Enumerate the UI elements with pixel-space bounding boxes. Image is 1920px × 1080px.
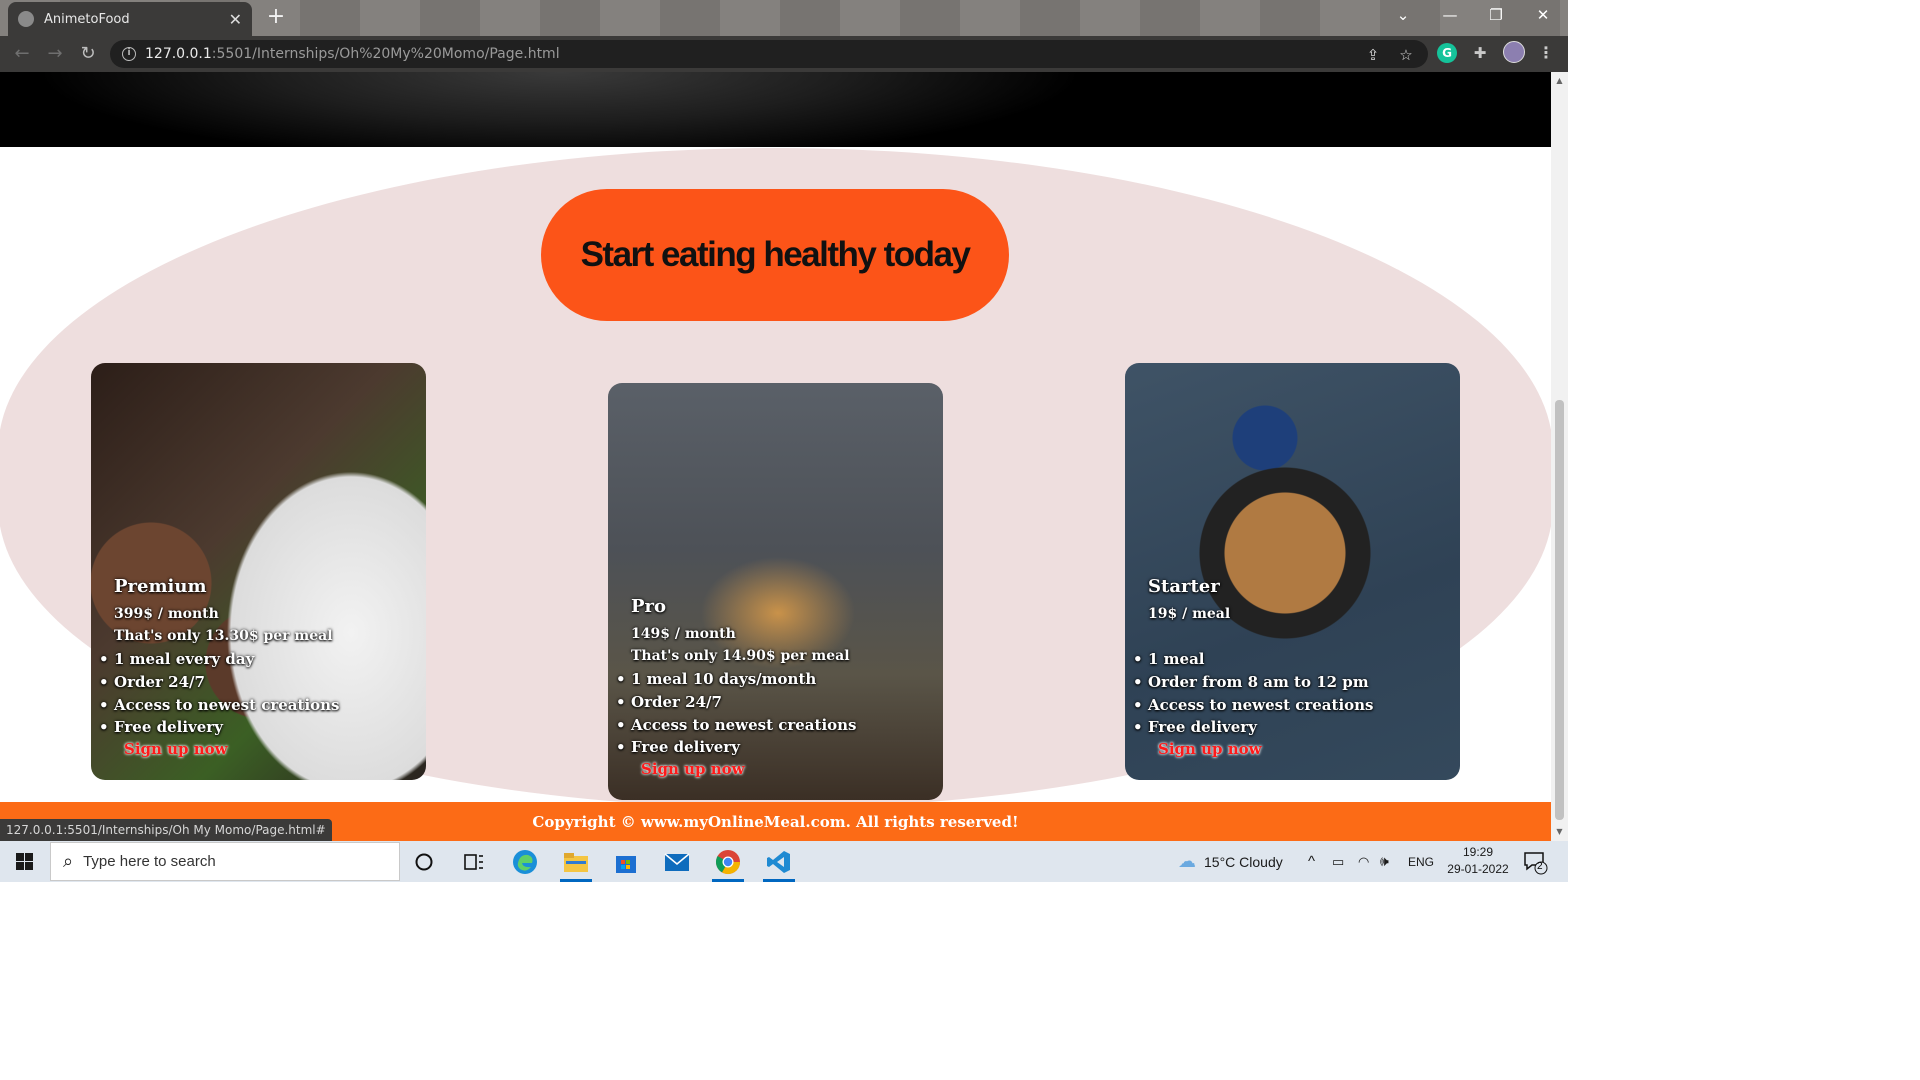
plan-card-premium: Premium 399$ / month That's only 13.30$ … xyxy=(91,363,426,780)
tab-search-chevron-icon[interactable]: ⌄ xyxy=(1380,0,1426,32)
restore-button[interactable]: ❐ xyxy=(1473,0,1519,32)
feature-item: Free delivery xyxy=(1133,716,1452,739)
file-explorer-icon[interactable] xyxy=(556,845,596,882)
grammarly-extension-icon[interactable]: G xyxy=(1437,43,1457,63)
scroll-down-arrow-icon[interactable]: ▼ xyxy=(1551,825,1568,839)
wifi-icon[interactable]: ◠ xyxy=(1358,841,1369,882)
plan-per-meal: That's only 13.30$ per meal xyxy=(114,628,333,645)
signup-link-starter[interactable]: Sign up now xyxy=(1158,740,1452,758)
mail-icon[interactable] xyxy=(657,845,697,879)
plan-card-pro: Pro 149$ / month That's only 14.90$ per … xyxy=(608,383,943,800)
close-window-button[interactable]: ✕ xyxy=(1520,0,1566,32)
plan-price: 149$ / month xyxy=(631,626,736,643)
notification-count: 2 xyxy=(1537,861,1543,872)
page-scrollbar[interactable]: ▲ ▼ xyxy=(1551,72,1568,841)
windows-taskbar: ⌕ Type here to search ☁ 15°C Cloudy ^ ▭ … xyxy=(0,841,1568,882)
task-view-icon[interactable] xyxy=(454,845,494,879)
browser-toolbar: ← → ↻ i 127.0.0.1:5501/Internships/Oh%20… xyxy=(0,36,1568,72)
weather-text: 15°C Cloudy xyxy=(1204,853,1283,870)
minimize-button[interactable]: — xyxy=(1427,0,1473,32)
feature-list: 1 meal 10 days/month Order 24/7 Access t… xyxy=(616,668,935,759)
start-eating-healthy-button[interactable]: Start eating healthy today xyxy=(541,189,1009,321)
battery-icon[interactable]: ▭ xyxy=(1332,841,1344,882)
plan-name: Pro xyxy=(631,596,667,618)
plan-per-meal: That's only 14.90$ per meal xyxy=(631,648,850,665)
new-tab-button[interactable]: + xyxy=(262,4,290,32)
profile-avatar[interactable] xyxy=(1503,41,1525,63)
signup-link-pro[interactable]: Sign up now xyxy=(641,760,935,778)
clock-date: 29-01-2022 xyxy=(1447,862,1509,876)
search-placeholder: Type here to search xyxy=(83,853,216,870)
feature-item: Free delivery xyxy=(616,736,935,759)
feature-item: Free delivery xyxy=(99,716,418,739)
clock-time: 19:29 xyxy=(1462,845,1494,859)
plan-name: Starter xyxy=(1148,576,1220,598)
feature-list: 1 meal every day Order 24/7 Access to ne… xyxy=(99,648,418,739)
feature-item: 1 meal xyxy=(1133,648,1452,671)
share-icon[interactable]: ⇪ xyxy=(1364,46,1382,64)
show-hidden-icons-chevron-icon[interactable]: ^ xyxy=(1308,841,1315,882)
hero-image-bottom xyxy=(0,72,1551,147)
microsoft-store-icon[interactable] xyxy=(606,845,646,879)
cloud-icon: ☁ xyxy=(1178,851,1196,871)
windows-logo-icon xyxy=(15,853,33,870)
feature-item: Order 24/7 xyxy=(616,691,935,714)
url-host: 127.0.0.1 xyxy=(145,46,212,62)
taskbar-search-box[interactable]: ⌕ Type here to search xyxy=(50,842,400,881)
feature-item: Access to newest creations xyxy=(1133,694,1452,717)
url-path: :5501/Internships/Oh%20My%20Momo/Page.ht… xyxy=(211,46,560,62)
feature-item: 1 meal every day xyxy=(99,648,418,671)
tab-title: AnimetoFood xyxy=(44,11,130,27)
more-menu-icon[interactable]: ⋮ xyxy=(1536,43,1556,63)
feature-item: 1 meal 10 days/month xyxy=(616,668,935,691)
language-indicator[interactable]: ENG xyxy=(1408,841,1434,882)
vscode-icon[interactable] xyxy=(759,845,799,882)
feature-item: Order 24/7 xyxy=(99,671,418,694)
feature-item: Access to newest creations xyxy=(99,694,418,717)
address-bar[interactable]: i 127.0.0.1:5501/Internships/Oh%20My%20M… xyxy=(110,40,1428,68)
extensions-puzzle-icon[interactable]: ✚ xyxy=(1470,43,1490,63)
link-status-bar: 127.0.0.1:5501/Internships/Oh My Momo/Pa… xyxy=(0,819,332,841)
globe-icon xyxy=(18,11,34,27)
search-icon: ⌕ xyxy=(63,851,74,871)
taskbar-clock[interactable]: 19:29 29-01-2022 xyxy=(1440,844,1516,878)
cortana-icon[interactable] xyxy=(404,845,444,879)
plan-name: Premium xyxy=(114,576,207,598)
scroll-up-arrow-icon[interactable]: ▲ xyxy=(1551,74,1568,88)
plan-per-meal xyxy=(1148,628,1452,648)
plan-price: 399$ / month xyxy=(114,606,219,623)
scrollbar-thumb[interactable] xyxy=(1555,400,1564,820)
browser-tab[interactable]: AnimetoFood ✕ xyxy=(8,2,252,36)
forward-arrow-icon[interactable]: → xyxy=(43,42,67,66)
back-arrow-icon[interactable]: ← xyxy=(10,42,34,66)
feature-item: Access to newest creations xyxy=(616,714,935,737)
bookmark-star-icon[interactable]: ☆ xyxy=(1397,46,1415,64)
tab-close-icon[interactable]: ✕ xyxy=(229,10,242,29)
copyright-text: Copyright © www.myOnlineMeal.com. All ri… xyxy=(532,812,1019,831)
plan-card-starter: Starter 19$ / meal 1 meal Order from 8 a… xyxy=(1125,363,1460,780)
volume-icon[interactable]: 🕪 xyxy=(1380,841,1389,882)
signup-link-premium[interactable]: Sign up now xyxy=(124,740,418,758)
edge-browser-icon[interactable] xyxy=(505,845,545,879)
reload-icon[interactable]: ↻ xyxy=(76,42,100,66)
plan-price: 19$ / meal xyxy=(1148,606,1231,623)
feature-list: 1 meal Order from 8 am to 12 pm Access t… xyxy=(1133,648,1452,739)
weather-widget[interactable]: ☁ 15°C Cloudy xyxy=(1178,841,1283,882)
tab-strip: AnimetoFood ✕ + ⌄ — ❐ ✕ xyxy=(0,0,1568,36)
page-viewport: Start eating healthy today Premium 399$ … xyxy=(0,72,1551,841)
notification-center-icon[interactable]: 2 xyxy=(1522,849,1548,875)
site-info-icon[interactable]: i xyxy=(122,47,136,61)
start-button[interactable] xyxy=(0,841,48,882)
chrome-browser-icon[interactable] xyxy=(708,845,748,882)
feature-item: Order from 8 am to 12 pm xyxy=(1133,671,1452,694)
